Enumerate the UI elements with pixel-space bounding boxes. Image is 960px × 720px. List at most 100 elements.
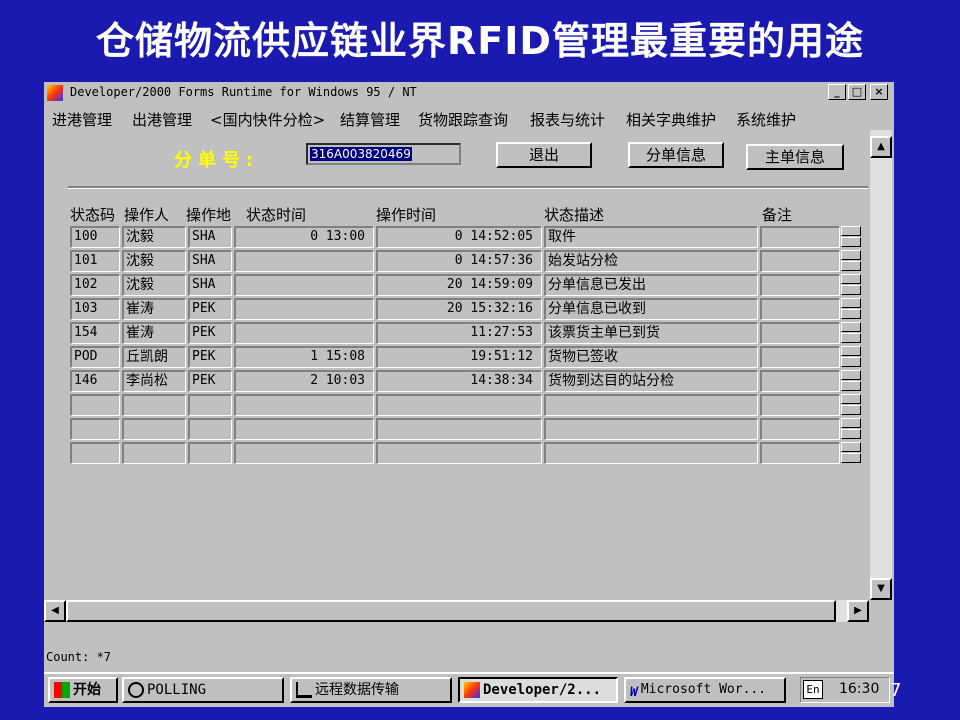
row-spin-down-icon[interactable] — [841, 381, 861, 391]
menu-domestic-sort[interactable]: <国内快件分检> — [210, 109, 325, 130]
maximize-button[interactable]: □ — [848, 84, 866, 100]
cell-op-time[interactable]: 20 15:32:16 — [376, 298, 542, 320]
cell-code[interactable] — [70, 394, 120, 416]
cell-description[interactable] — [544, 394, 758, 416]
cell-operator[interactable]: 沈毅 — [122, 250, 186, 272]
cell-description[interactable]: 取件 — [544, 226, 758, 248]
row-spin-up-icon[interactable] — [841, 226, 861, 236]
cell-remark[interactable] — [760, 346, 840, 368]
cell-description[interactable]: 始发站分检 — [544, 250, 758, 272]
menu-dictionary[interactable]: 相关字典维护 — [626, 109, 716, 130]
row-spin-down-icon[interactable] — [841, 237, 861, 247]
cell-status-time[interactable] — [234, 418, 374, 440]
row-spin-up-icon[interactable] — [841, 346, 861, 356]
cell-remark[interactable] — [760, 370, 840, 392]
cell-code[interactable]: 102 — [70, 274, 120, 296]
cell-status-time[interactable] — [234, 250, 374, 272]
task-remote-transfer[interactable]: 远程数据传输 — [290, 677, 452, 703]
cell-operator[interactable]: 沈毅 — [122, 274, 186, 296]
row-spin-up-icon[interactable] — [841, 418, 861, 428]
cell-op-time[interactable] — [376, 442, 542, 464]
row-spin-down-icon[interactable] — [841, 309, 861, 319]
cell-description[interactable]: 分单信息已收到 — [544, 298, 758, 320]
minimize-button[interactable]: _ — [828, 84, 846, 100]
start-button[interactable]: 开始 — [48, 677, 118, 703]
cell-location[interactable]: SHA — [188, 226, 232, 248]
menu-reports[interactable]: 报表与统计 — [530, 109, 605, 130]
row-spin-up-icon[interactable] — [841, 394, 861, 404]
cell-remark[interactable] — [760, 274, 840, 296]
horizontal-scrollbar[interactable]: ◀ ▶ — [44, 600, 869, 622]
cell-op-time[interactable]: 19:51:12 — [376, 346, 542, 368]
cell-description[interactable] — [544, 442, 758, 464]
menu-tracking[interactable]: 货物跟踪查询 — [418, 109, 508, 130]
cell-status-time[interactable]: 0 13:00 — [234, 226, 374, 248]
cell-location[interactable] — [188, 442, 232, 464]
cell-operator[interactable]: 崔涛 — [122, 298, 186, 320]
row-spin-down-icon[interactable] — [841, 357, 861, 367]
cell-operator[interactable]: 崔涛 — [122, 322, 186, 344]
cell-remark[interactable] — [760, 322, 840, 344]
cell-code[interactable] — [70, 442, 120, 464]
menu-system[interactable]: 系统维护 — [736, 109, 796, 130]
cell-location[interactable] — [188, 418, 232, 440]
cell-description[interactable]: 该票货主单已到货 — [544, 322, 758, 344]
row-spin-down-icon[interactable] — [841, 333, 861, 343]
input-lang-indicator[interactable]: En — [803, 680, 823, 699]
menu-outbound[interactable]: 出港管理 — [132, 109, 192, 130]
cell-description[interactable]: 货物到达目的站分检 — [544, 370, 758, 392]
cell-op-time[interactable]: 0 14:52:05 — [376, 226, 542, 248]
cell-location[interactable] — [188, 394, 232, 416]
row-spin-up-icon[interactable] — [841, 322, 861, 332]
row-spin-up-icon[interactable] — [841, 250, 861, 260]
row-spin-up-icon[interactable] — [841, 298, 861, 308]
task-word[interactable]: W Microsoft Wor... — [624, 677, 786, 703]
vertical-scrollbar[interactable]: ▲ ▼ — [870, 130, 892, 600]
cell-location[interactable]: PEK — [188, 370, 232, 392]
cell-remark[interactable] — [760, 418, 840, 440]
cell-op-time[interactable] — [376, 394, 542, 416]
task-developer[interactable]: Developer/2... — [458, 677, 618, 703]
cell-code[interactable]: 101 — [70, 250, 120, 272]
cell-status-time[interactable] — [234, 274, 374, 296]
row-spin-down-icon[interactable] — [841, 261, 861, 271]
cell-location[interactable]: SHA — [188, 250, 232, 272]
cell-code[interactable]: 154 — [70, 322, 120, 344]
cell-code[interactable]: POD — [70, 346, 120, 368]
cell-location[interactable]: PEK — [188, 346, 232, 368]
cell-status-time[interactable] — [234, 442, 374, 464]
cell-code[interactable]: 146 — [70, 370, 120, 392]
cell-op-time[interactable]: 0 14:57:36 — [376, 250, 542, 272]
cell-operator[interactable]: 李尚松 — [122, 370, 186, 392]
cell-code[interactable]: 100 — [70, 226, 120, 248]
task-polling[interactable]: POLLING — [122, 677, 284, 703]
row-spin-up-icon[interactable] — [841, 370, 861, 380]
cell-code[interactable]: 103 — [70, 298, 120, 320]
row-spin-down-icon[interactable] — [841, 429, 861, 439]
horizontal-scroll-thumb[interactable] — [66, 600, 836, 622]
cell-remark[interactable] — [760, 226, 840, 248]
scroll-up-icon[interactable]: ▲ — [870, 136, 892, 158]
row-spin-up-icon[interactable] — [841, 442, 861, 452]
cell-location[interactable]: PEK — [188, 298, 232, 320]
cell-op-time[interactable]: 20 14:59:09 — [376, 274, 542, 296]
exit-button[interactable]: 退出 — [496, 142, 592, 168]
menu-settlement[interactable]: 结算管理 — [340, 109, 400, 130]
cell-op-time[interactable] — [376, 418, 542, 440]
cell-operator[interactable]: 沈毅 — [122, 226, 186, 248]
cell-location[interactable]: SHA — [188, 274, 232, 296]
sub-info-button[interactable]: 分单信息 — [628, 142, 724, 168]
cell-status-time[interactable] — [234, 322, 374, 344]
cell-status-time[interactable] — [234, 394, 374, 416]
scroll-right-icon[interactable]: ▶ — [847, 600, 869, 622]
cell-operator[interactable] — [122, 418, 186, 440]
cell-description[interactable] — [544, 418, 758, 440]
window-titlebar[interactable]: Developer/2000 Forms Runtime for Windows… — [44, 82, 894, 104]
cell-remark[interactable] — [760, 250, 840, 272]
cell-code[interactable] — [70, 418, 120, 440]
cell-status-time[interactable]: 1 15:08 — [234, 346, 374, 368]
cell-op-time[interactable]: 14:38:34 — [376, 370, 542, 392]
scroll-down-icon[interactable]: ▼ — [870, 578, 892, 600]
scroll-left-icon[interactable]: ◀ — [44, 600, 66, 622]
row-spin-down-icon[interactable] — [841, 285, 861, 295]
